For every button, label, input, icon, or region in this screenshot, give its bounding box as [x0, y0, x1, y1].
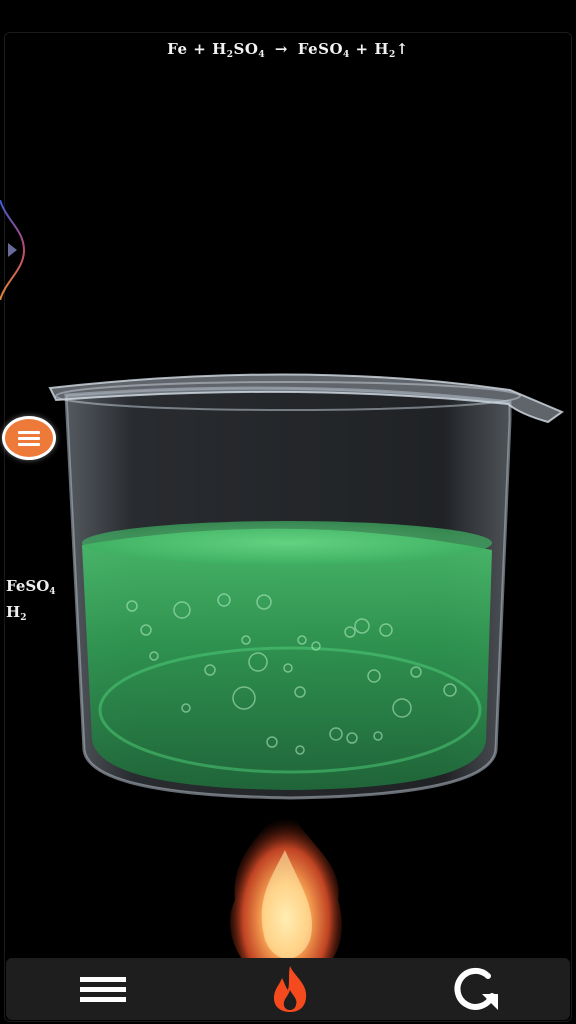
bottom-menu-button[interactable] [76, 962, 130, 1016]
beaker[interactable] [0, 340, 576, 820]
product-feso4: FeSO4 [297, 40, 350, 60]
reactant-fe: Fe [167, 40, 188, 58]
refresh-icon [454, 967, 498, 1010]
product-h2: H2↑ [374, 40, 409, 60]
reset-button[interactable] [450, 962, 504, 1016]
reaction-arrow: → [274, 40, 288, 58]
chevron-right-icon [8, 243, 17, 257]
plus-sign: + [355, 40, 369, 58]
hamburger-icon [80, 972, 126, 1007]
plus-sign: + [193, 40, 207, 58]
reaction-equation: Fe + H2SO4 → FeSO4 + H2↑ [0, 40, 576, 60]
bottom-toolbar [6, 958, 570, 1020]
flame-icon [273, 966, 307, 1012]
reactant-h2so4: H2SO4 [212, 40, 266, 60]
heat-button[interactable] [263, 962, 317, 1016]
side-drawer-tab[interactable] [0, 199, 30, 301]
